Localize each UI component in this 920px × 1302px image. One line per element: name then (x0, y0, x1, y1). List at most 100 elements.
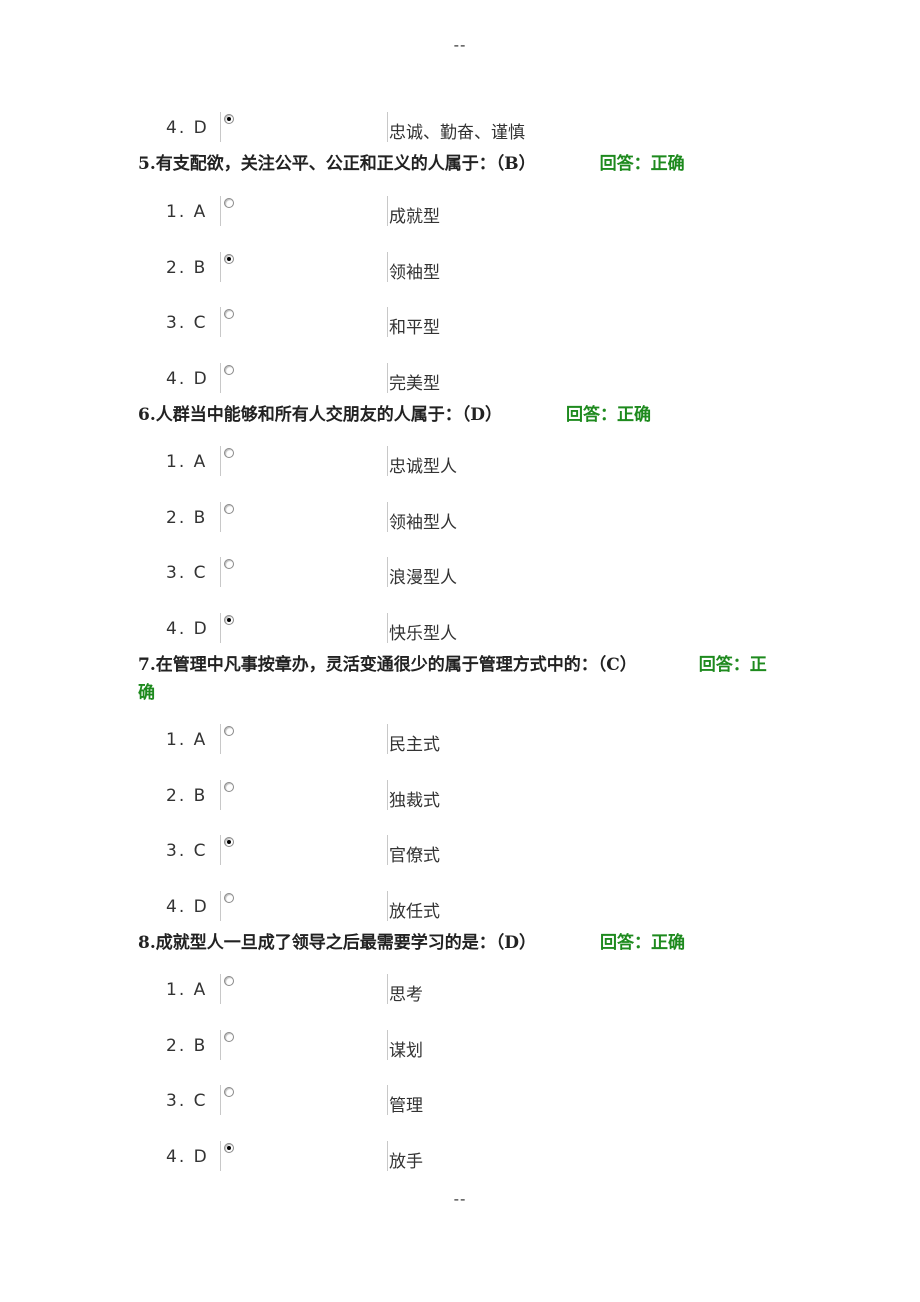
radio-button[interactable] (224, 837, 234, 847)
option-row: 3. C 管理 (0, 1085, 920, 1125)
divider (220, 363, 221, 393)
option-label: 3. C (166, 313, 208, 333)
divider (220, 724, 221, 754)
divider (220, 252, 221, 282)
divider (387, 724, 388, 754)
question-text: 5.有支配欲，关注公平、公正和正义的人属于：（B） (138, 154, 536, 174)
radio-button[interactable] (224, 726, 234, 736)
option-text: 官僚式 (389, 846, 440, 866)
answer-result: 回答：正确 (566, 405, 651, 425)
divider (387, 446, 388, 476)
page-marker-bottom: -- (453, 1190, 467, 1208)
option-text: 民主式 (389, 735, 440, 755)
radio-button[interactable] (224, 559, 234, 569)
divider (220, 974, 221, 1004)
option-text: 忠诚型人 (389, 457, 457, 477)
option-text: 管理 (389, 1096, 423, 1116)
radio-button[interactable] (224, 782, 234, 792)
option-label: 2. B (166, 508, 208, 528)
option-text: 思考 (389, 985, 423, 1005)
divider (220, 196, 221, 226)
option-text: 放手 (389, 1152, 423, 1172)
question-text: 8.成就型人一旦成了领导之后最需要学习的是：（D） (138, 933, 536, 953)
question-title: 5.有支配欲，关注公平、公正和正义的人属于：（B） 回答：正确 (138, 150, 685, 178)
option-text: 独裁式 (389, 791, 440, 811)
divider (220, 780, 221, 810)
divider (220, 307, 221, 337)
divider (220, 1085, 221, 1115)
question-title: 7.在管理中凡事按章办，灵活变通很少的属于管理方式中的：（C） 回答：正确 (138, 651, 778, 707)
option-row: 2. B 领袖型人 (0, 502, 920, 542)
option-label: 4. D (166, 897, 209, 917)
option-row: 3. C 官僚式 (0, 835, 920, 875)
option-label: 3. C (166, 563, 208, 583)
divider (387, 1085, 388, 1115)
radio-button[interactable] (224, 615, 234, 625)
option-text: 谋划 (389, 1041, 423, 1061)
divider (387, 252, 388, 282)
option-label: 3. C (166, 841, 208, 861)
radio-button[interactable] (224, 976, 234, 986)
radio-button[interactable] (224, 504, 234, 514)
option-label: 1. A (166, 452, 208, 472)
option-label: 1. A (166, 202, 208, 222)
divider (387, 502, 388, 532)
option-row: 4. D 快乐型人 (0, 613, 920, 653)
option-row: 1. A 忠诚型人 (0, 446, 920, 486)
divider (220, 1030, 221, 1060)
option-text: 领袖型人 (389, 513, 457, 533)
option-row: 2. B 谋划 (0, 1030, 920, 1070)
divider (387, 1141, 388, 1171)
divider (387, 307, 388, 337)
option-label: 4. D (166, 619, 209, 639)
radio-button[interactable] (224, 1032, 234, 1042)
option-row: 2. B 领袖型 (0, 252, 920, 292)
divider (220, 557, 221, 587)
option-label: 4. D (166, 1147, 209, 1167)
divider (387, 891, 388, 921)
option-text: 成就型 (389, 207, 440, 227)
radio-button[interactable] (224, 254, 234, 264)
option-text: 忠诚、勤奋、谨慎 (389, 123, 525, 143)
divider (387, 112, 388, 142)
divider (220, 891, 221, 921)
option-row: 2. B 独裁式 (0, 780, 920, 820)
divider (220, 613, 221, 643)
divider (387, 835, 388, 865)
option-label: 1. A (166, 730, 208, 750)
radio-button[interactable] (224, 893, 234, 903)
option-row: 4. D 放手 (0, 1141, 920, 1181)
radio-button[interactable] (224, 198, 234, 208)
divider (220, 446, 221, 476)
radio-button[interactable] (224, 1143, 234, 1153)
option-label: 4. D (166, 369, 209, 389)
option-label: 2. B (166, 786, 208, 806)
option-row: 4. D 放任式 (0, 891, 920, 931)
option-label: 2. B (166, 1036, 208, 1056)
option-label: 4. D (166, 118, 209, 138)
option-row: 1. A 思考 (0, 974, 920, 1014)
radio-button[interactable] (224, 448, 234, 458)
option-text: 完美型 (389, 374, 440, 394)
divider (387, 196, 388, 226)
divider (387, 780, 388, 810)
question-text: 7.在管理中凡事按章办，灵活变通很少的属于管理方式中的：（C） (138, 655, 637, 675)
option-label: 2. B (166, 258, 208, 278)
option-row: 1. A 成就型 (0, 196, 920, 236)
question-title: 6.人群当中能够和所有人交朋友的人属于：（D） 回答：正确 (138, 401, 651, 429)
radio-button[interactable] (224, 1087, 234, 1097)
divider (220, 1141, 221, 1171)
radio-button[interactable] (224, 114, 234, 124)
option-text: 快乐型人 (389, 624, 457, 644)
divider (387, 974, 388, 1004)
answer-result: 回答：正确 (600, 933, 685, 953)
option-text: 放任式 (389, 902, 440, 922)
divider (387, 363, 388, 393)
radio-button[interactable] (224, 309, 234, 319)
option-text: 浪漫型人 (389, 568, 457, 588)
divider (220, 835, 221, 865)
radio-button[interactable] (224, 365, 234, 375)
page-marker-top: -- (453, 36, 467, 54)
option-row: 1. A 民主式 (0, 724, 920, 764)
option-row: 3. C 和平型 (0, 307, 920, 347)
